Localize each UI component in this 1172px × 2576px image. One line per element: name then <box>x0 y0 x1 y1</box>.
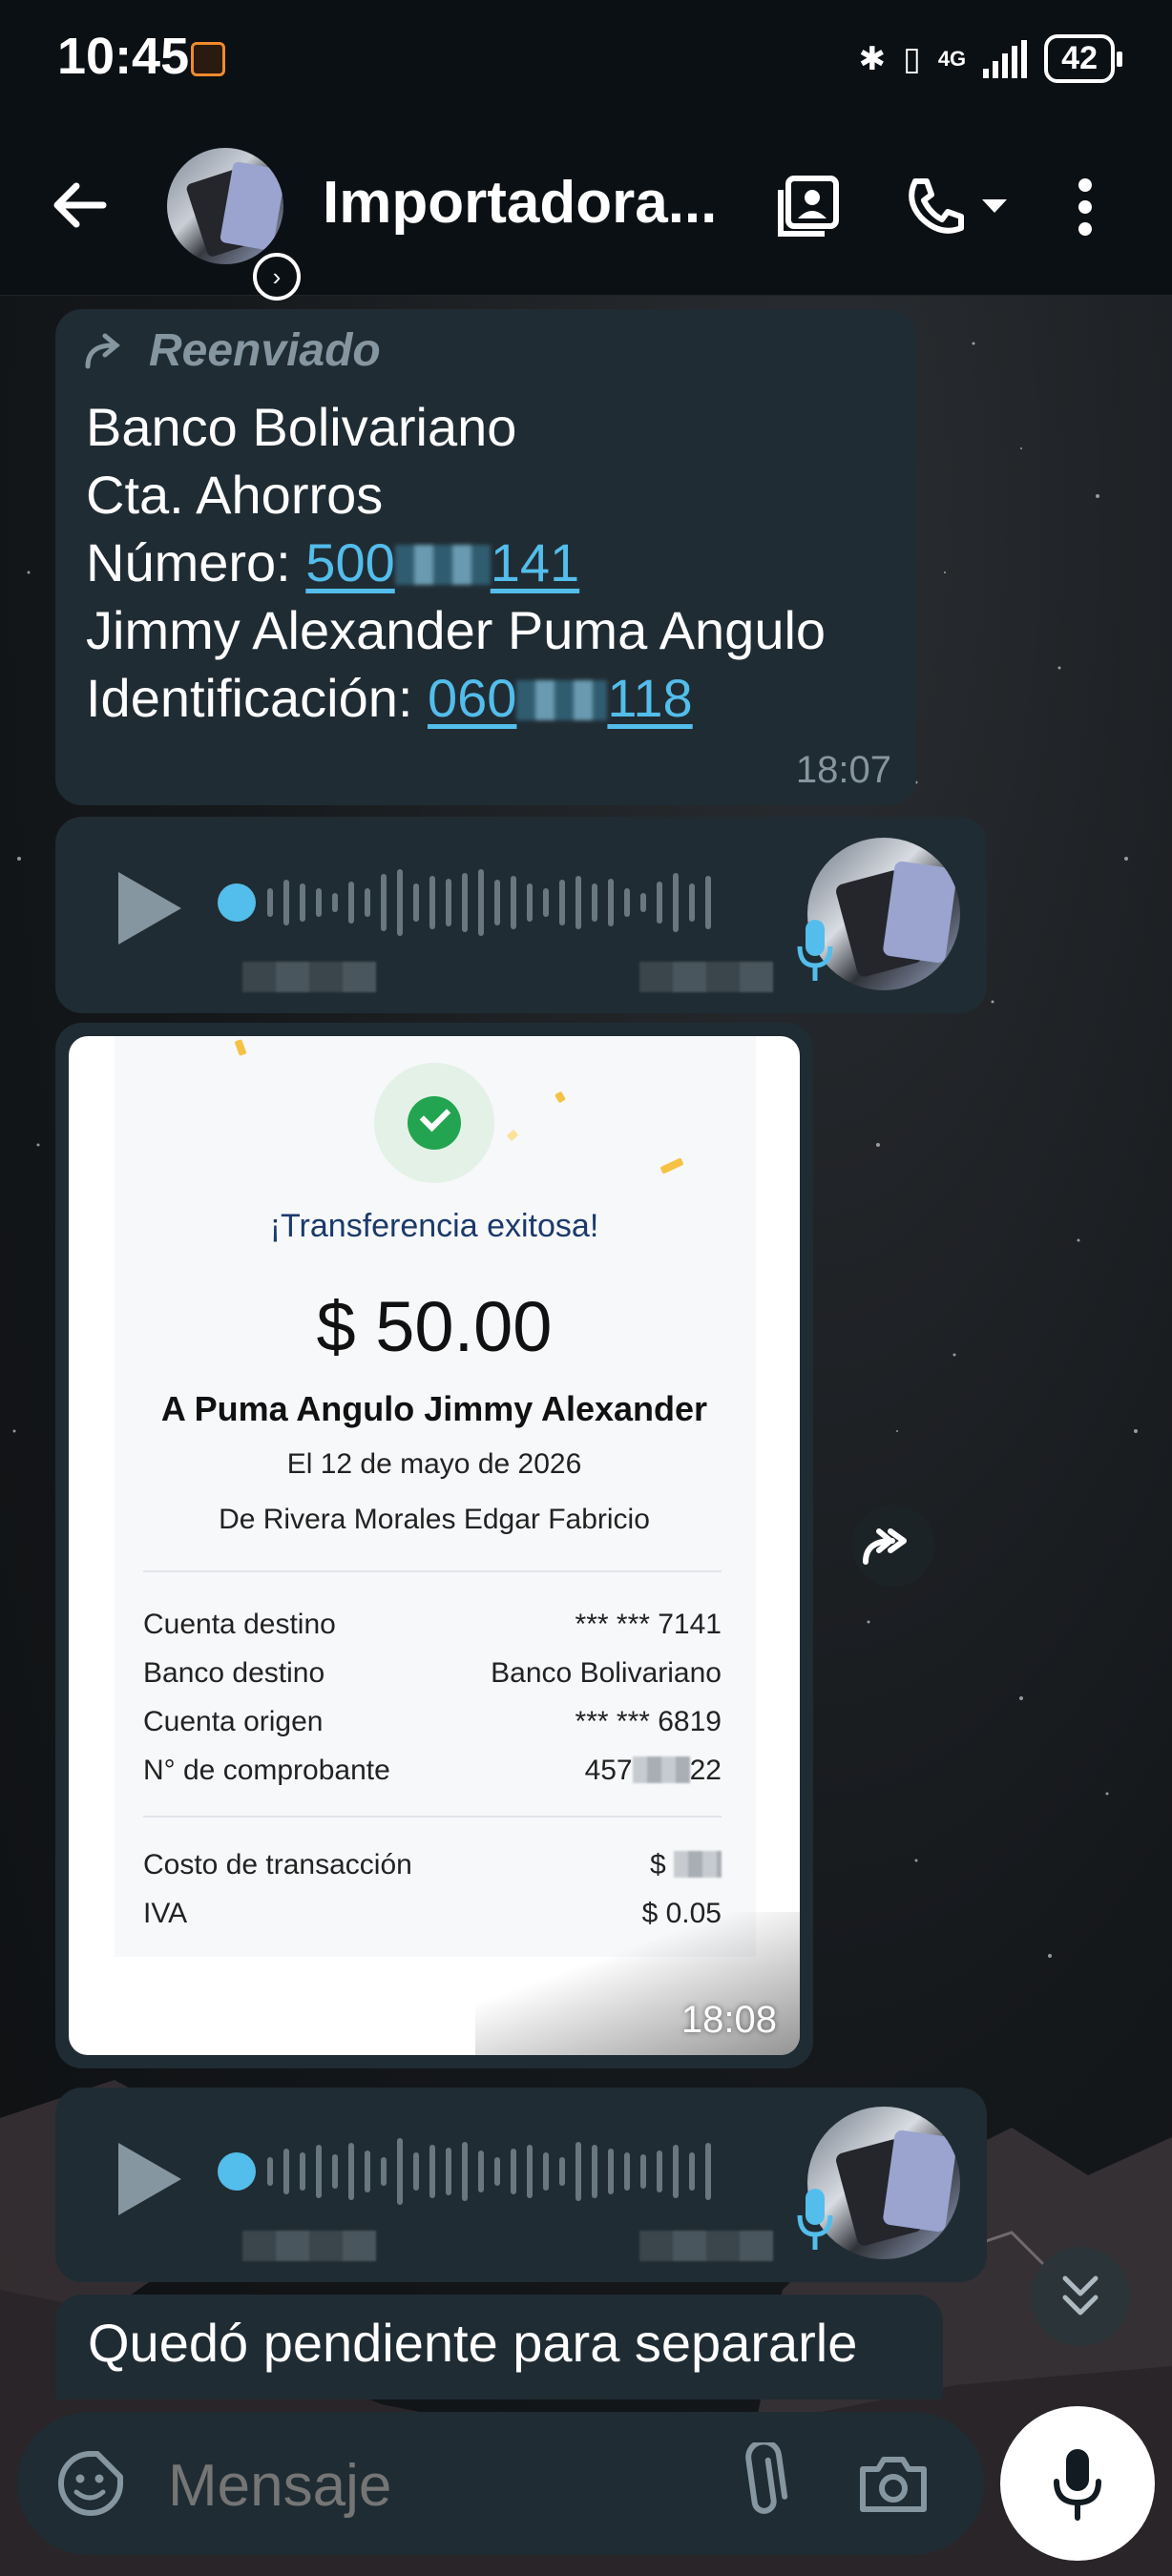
mic-icon <box>797 920 833 981</box>
divider <box>143 1570 722 1572</box>
image-message-bubble[interactable]: ¡Transferencia exitosa! $ 50.00 A Puma A… <box>55 1023 813 2068</box>
mic-button[interactable] <box>1000 2406 1155 2561</box>
status-icons: ✱ ▯ 4G 42 <box>858 34 1122 83</box>
signal-icon <box>983 39 1028 78</box>
contact-avatar[interactable]: › <box>167 148 301 301</box>
status-time: 10:45 <box>57 28 190 85</box>
chat-title[interactable]: Importadora... <box>323 169 717 237</box>
mic-icon <box>797 2189 833 2250</box>
arrow-left-icon[interactable] <box>46 172 113 239</box>
message-time: 18:08 <box>680 1999 777 2041</box>
message-line-bank: Banco Bolivariano <box>86 397 517 457</box>
redacted-digits <box>516 680 608 720</box>
message-line-account-type: Cta. Ahorros <box>86 465 384 525</box>
receipt-row: Banco destino Banco Bolivariano <box>143 1657 722 1689</box>
waveform[interactable] <box>267 2133 711 2210</box>
forward-icon <box>85 333 120 368</box>
receipt-row: Cuenta origen *** *** 6819 <box>143 1706 722 1737</box>
status-bar: 10:45 ✱ ▯ 4G 42 <box>0 0 1172 119</box>
message-line-id: Identificación: 060 118 <box>86 668 693 728</box>
mic-icon <box>1054 2449 1101 2521</box>
double-chevron-down-icon[interactable] <box>1031 2247 1130 2346</box>
phone-icon[interactable] <box>897 169 973 245</box>
receipt-row: N° de comprobante 457 22 <box>143 1755 722 1786</box>
receipt-amount: $ 50.00 <box>316 1287 553 1366</box>
voice-message-bubble[interactable] <box>55 817 987 1013</box>
notification-app-icon <box>191 42 225 76</box>
redacted-duration <box>242 962 376 992</box>
paperclip-icon[interactable] <box>725 2442 798 2524</box>
receipt-row: Cuenta destino *** *** 7141 <box>143 1609 722 1640</box>
battery-level: 42 <box>1044 34 1122 83</box>
message-text: Quedó pendiente para separarle <box>88 2313 858 2373</box>
message-line-name: Jimmy Alexander Puma Angulo <box>86 600 827 660</box>
divider <box>143 1816 722 1818</box>
chat-header: › Importadora... <box>0 119 1172 301</box>
account-number-link[interactable]: 500 141 <box>305 532 579 592</box>
message-time: 18:07 <box>795 749 891 791</box>
playback-position-dot[interactable] <box>218 2152 256 2191</box>
text-message-bubble[interactable]: Quedó pendiente para separarle <box>55 2295 943 2399</box>
contact-card-icon[interactable] <box>771 169 848 245</box>
vibrate-icon: ▯ <box>903 40 921 77</box>
receipt-title: ¡Transferencia exitosa! <box>269 1208 599 1244</box>
transfer-receipt-image[interactable]: ¡Transferencia exitosa! $ 50.00 A Puma A… <box>69 1036 800 2055</box>
forwarded-message-bubble[interactable]: Reenviado Banco Bolivariano Cta. Ahorros… <box>55 309 916 805</box>
receipt-sender: De Rivera Morales Edgar Fabricio <box>219 1504 650 1535</box>
network-type: 4G <box>937 46 967 71</box>
redacted-digits <box>674 1851 722 1878</box>
message-text: Banco Bolivariano Cta. Ahorros Número: 5… <box>86 393 826 732</box>
sticker-icon[interactable] <box>55 2448 126 2519</box>
playback-position-dot[interactable] <box>218 883 256 922</box>
chevron-right-icon: › <box>253 253 301 301</box>
redacted-duration <box>242 2231 376 2261</box>
redacted-digits <box>632 1756 690 1783</box>
message-line-account-number: Número: 500 141 <box>86 532 580 592</box>
bluetooth-icon: ✱ <box>858 40 887 77</box>
redacted-time <box>639 962 773 992</box>
waveform[interactable] <box>267 864 711 941</box>
redacted-time <box>639 2231 773 2261</box>
message-input-bar <box>17 2412 985 2555</box>
more-vert-icon[interactable] <box>1061 169 1109 245</box>
voice-message-bubble[interactable] <box>55 2088 987 2282</box>
play-icon[interactable] <box>118 2143 181 2215</box>
id-number-link[interactable]: 060 118 <box>428 668 693 728</box>
redacted-digits <box>394 545 491 585</box>
message-input[interactable] <box>168 2452 702 2520</box>
receipt-fee-row: Costo de transacción $ <box>143 1849 722 1881</box>
forwarded-label: Reenviado <box>84 324 381 377</box>
receipt-date: El 12 de mayo de 2026 <box>286 1448 582 1480</box>
caret-down-icon[interactable] <box>975 169 1014 245</box>
play-icon[interactable] <box>118 872 181 945</box>
success-check-icon <box>374 1063 494 1183</box>
receipt-recipient: A Puma Angulo Jimmy Alexander <box>160 1389 708 1428</box>
camera-icon[interactable] <box>855 2446 931 2523</box>
forward-icon[interactable] <box>852 1505 934 1587</box>
